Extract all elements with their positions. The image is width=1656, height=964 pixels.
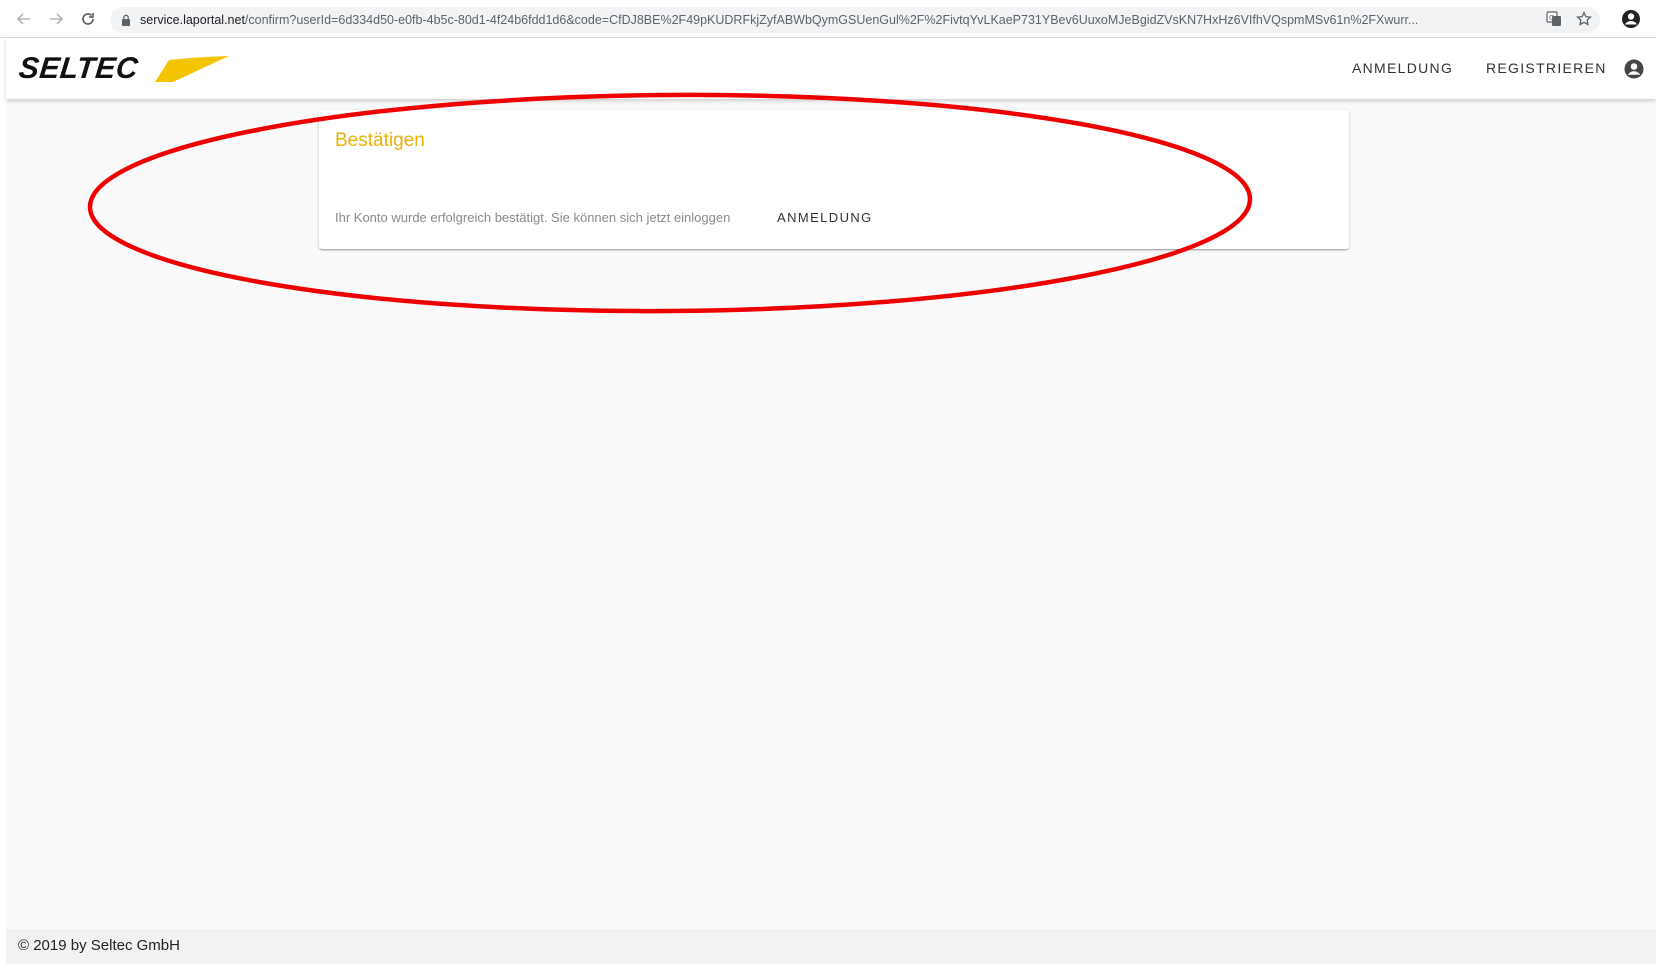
omnibox-actions: G <box>1546 10 1592 32</box>
footer: © 2019 by Seltec GmbH <box>6 929 1656 964</box>
card-title: Bestätigen <box>335 130 425 151</box>
card-login-button[interactable]: ANMELDUNG <box>777 210 873 225</box>
account-circle-icon[interactable] <box>1623 58 1645 80</box>
url-text: service.laportal.net/confirm?userId=6d33… <box>140 13 1530 27</box>
translate-icon[interactable]: G <box>1546 11 1562 32</box>
nav-register-link[interactable]: REGISTRIEREN <box>1486 60 1607 76</box>
confirm-message: Ihr Konto wurde erfolgreich bestätigt. S… <box>335 210 731 225</box>
url-path: /confirm?userId=6d334d50-e0fb-4b5c-80d1-… <box>244 13 1419 27</box>
copyright-text: © 2019 by Seltec GmbH <box>18 937 180 954</box>
nav-login-link[interactable]: ANMELDUNG <box>1352 60 1453 76</box>
forward-arrow-icon[interactable] <box>44 7 68 31</box>
confirm-card: Bestätigen Ihr Konto wurde erfolgreich b… <box>319 110 1349 249</box>
svg-text:G: G <box>1549 14 1554 22</box>
star-icon[interactable] <box>1576 10 1592 32</box>
browser-profile-icon[interactable] <box>1620 8 1642 30</box>
seltec-logo[interactable]: SELTEC <box>17 51 229 87</box>
browser-toolbar: service.laportal.net/confirm?userId=6d33… <box>0 0 1656 38</box>
app-header: SELTEC ANMELDUNG REGISTRIEREN <box>6 38 1656 99</box>
reload-icon[interactable] <box>76 7 100 31</box>
back-arrow-icon[interactable] <box>12 7 36 31</box>
address-bar[interactable]: service.laportal.net/confirm?userId=6d33… <box>110 7 1600 33</box>
lock-icon <box>120 13 132 27</box>
page-content: Bestätigen Ihr Konto wurde erfolgreich b… <box>6 99 1656 929</box>
logo-text: SELTEC <box>17 52 140 85</box>
url-host: service.laportal.net <box>140 13 245 27</box>
logo-swoosh-icon <box>155 56 229 82</box>
